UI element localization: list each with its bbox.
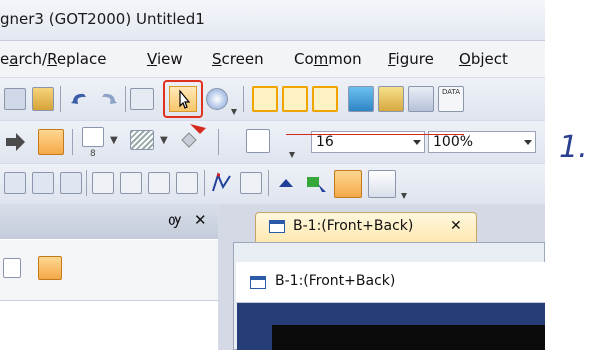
menu-screen[interactable]: Screen xyxy=(212,50,264,68)
edit-vertex-icon[interactable] xyxy=(210,172,234,194)
window-title: gner3 (GOT2000) Untitled1 xyxy=(0,10,205,28)
callout-line xyxy=(286,134,464,135)
callout-label: 1. xyxy=(559,130,588,165)
toolbar-icon-generic[interactable] xyxy=(130,88,154,110)
help-icon[interactable] xyxy=(206,88,228,110)
toolbar-figure-format: ▼ 8 ▼ 16 100% xyxy=(0,121,545,163)
chevron-down-icon[interactable] xyxy=(413,140,421,145)
left-panel-header: ѹ ✕ xyxy=(0,205,218,239)
menu-search-replace[interactable]: earch/Replace xyxy=(0,50,106,68)
separator xyxy=(86,170,87,196)
copy-icon[interactable] xyxy=(4,88,26,110)
screen-window-icon-3[interactable] xyxy=(312,86,338,112)
fill-pattern-icon[interactable] xyxy=(130,130,154,150)
align-left-icon[interactable] xyxy=(240,172,262,194)
chevron-down-icon[interactable] xyxy=(524,140,532,145)
separator xyxy=(204,170,205,196)
toolbar-grip[interactable] xyxy=(288,139,296,159)
separator xyxy=(218,129,219,155)
flip-vertical-icon[interactable] xyxy=(148,172,170,194)
menu-view[interactable]: View xyxy=(147,50,183,68)
toolbar-grip[interactable] xyxy=(230,96,238,116)
screen-window-icon xyxy=(250,276,266,289)
screen-title-bar: B-1:(Front+Back) xyxy=(236,262,545,303)
fill-pattern-dropdown-icon[interactable]: ▼ xyxy=(160,135,168,146)
highlight-box xyxy=(163,80,203,118)
zoom-value: 100% xyxy=(433,134,474,150)
document-tab-label: B-1:(Front+Back) xyxy=(293,218,414,234)
line-width-label: 8 xyxy=(90,149,96,159)
send-back-icon[interactable] xyxy=(304,172,328,194)
toolbar-grip[interactable] xyxy=(400,182,408,200)
close-icon[interactable]: ✕ xyxy=(194,211,207,229)
frame-icon[interactable] xyxy=(246,129,270,153)
menu-common[interactable]: Common xyxy=(294,50,362,68)
align-icon[interactable] xyxy=(4,172,26,194)
warning-screen-icon[interactable] xyxy=(38,256,62,280)
bring-front-icon[interactable] xyxy=(274,172,298,194)
mirror-icon[interactable] xyxy=(176,172,198,194)
toolbar-alignment xyxy=(0,164,545,204)
pin-icon[interactable]: ѹ xyxy=(168,211,182,229)
menu-object[interactable]: Object xyxy=(459,50,508,68)
align-icon-2[interactable] xyxy=(32,172,54,194)
screen-window-icon xyxy=(269,220,285,233)
screen-window-icon[interactable] xyxy=(252,86,278,112)
menu-bar: earch/Replace View Screen Common Figure … xyxy=(0,41,545,77)
screen-switch-icon[interactable] xyxy=(368,170,396,198)
separator xyxy=(72,129,73,155)
document-tab[interactable]: B-1:(Front+Back) ✕ xyxy=(255,212,477,242)
list-view-icon[interactable] xyxy=(3,258,21,278)
rotate-icon[interactable] xyxy=(92,172,114,194)
close-icon[interactable]: ✕ xyxy=(450,218,462,234)
screen-image-icon[interactable] xyxy=(38,129,64,155)
device-icon[interactable] xyxy=(408,86,434,112)
arrow-right-icon[interactable] xyxy=(4,131,28,153)
screen-title: B-1:(Front+Back) xyxy=(275,273,396,289)
separator xyxy=(268,170,269,196)
undo-icon[interactable] xyxy=(68,89,92,109)
title-bar: gner3 (GOT2000) Untitled1 xyxy=(0,0,545,41)
separator xyxy=(243,86,244,112)
redo-icon[interactable] xyxy=(96,89,120,109)
flip-icon[interactable] xyxy=(120,172,142,194)
toolbar-standard: DATA xyxy=(0,78,545,120)
group-front-icon[interactable] xyxy=(334,170,362,198)
menu-figure[interactable]: Figure xyxy=(388,50,434,68)
data-icon-text: DATA xyxy=(441,88,461,96)
property-icon[interactable] xyxy=(348,86,374,112)
separator xyxy=(125,86,126,112)
paste-icon[interactable] xyxy=(32,87,54,111)
line-color-dropdown-icon[interactable]: ▼ xyxy=(110,135,118,146)
library-icon[interactable] xyxy=(378,86,404,112)
screen-window-icon-2[interactable] xyxy=(282,86,308,112)
canvas-object[interactable] xyxy=(272,325,545,350)
app-window: gner3 (GOT2000) Untitled1 earch/Replace … xyxy=(0,0,545,350)
line-color-icon[interactable] xyxy=(82,127,104,147)
data-browser-icon[interactable]: DATA xyxy=(438,86,464,112)
separator xyxy=(60,86,61,112)
align-icon-3[interactable] xyxy=(60,172,82,194)
left-panel-toolbar xyxy=(0,240,218,301)
font-size-value: 16 xyxy=(316,134,334,150)
callout-arrowhead-icon xyxy=(190,124,206,134)
